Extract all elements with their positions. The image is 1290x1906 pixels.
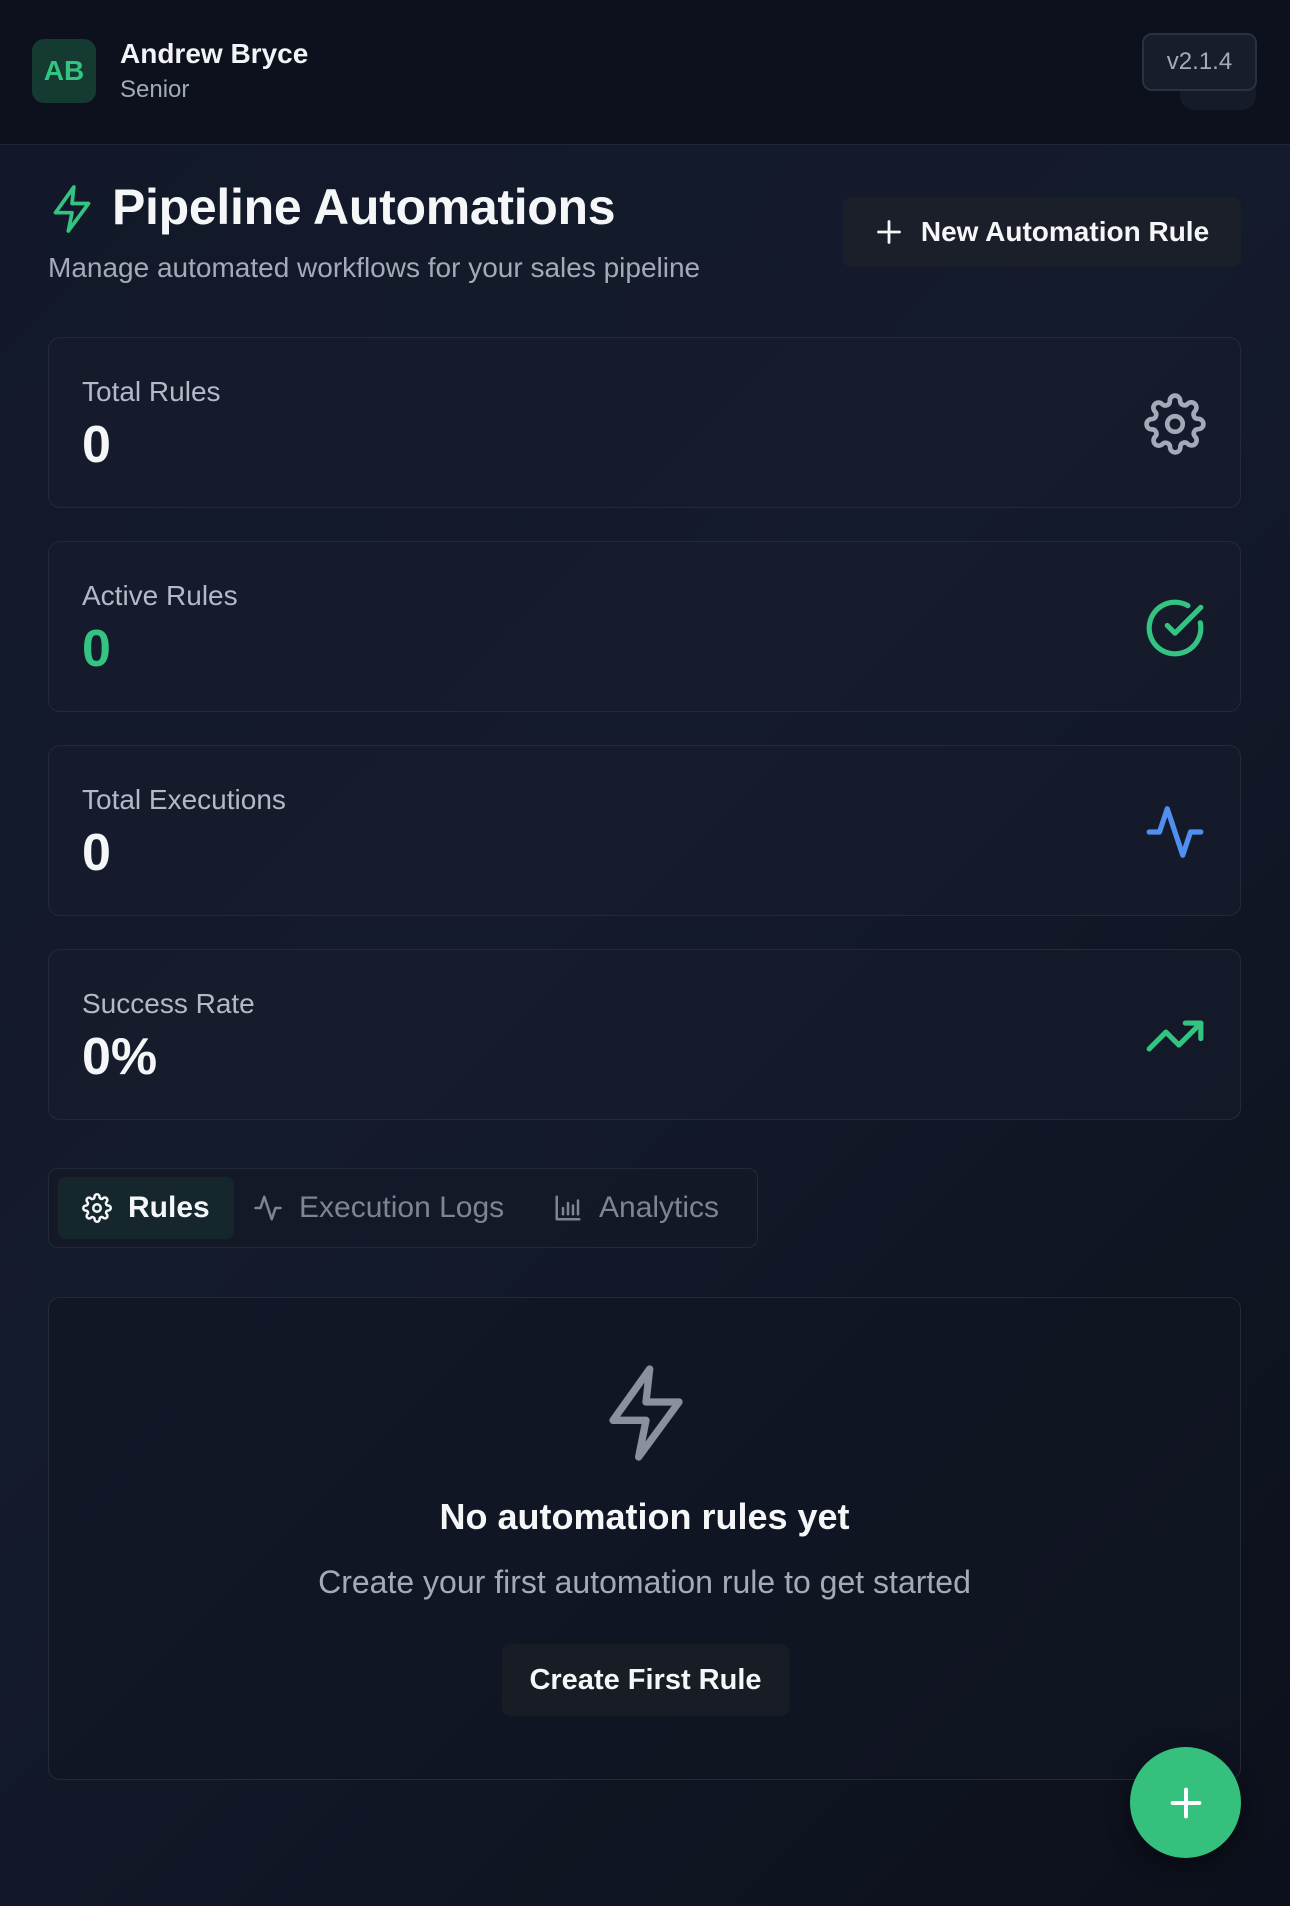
user-name: Andrew Bryce <box>120 38 309 69</box>
new-automation-rule-label: New Automation Rule <box>920 216 1210 247</box>
tab-bar: Rules Execution Logs Analytics <box>48 1168 758 1248</box>
stat-value: 0% <box>82 1028 158 1086</box>
check-circle-icon <box>1146 599 1204 657</box>
stat-value: 0 <box>82 416 111 474</box>
app-header: AB Andrew Bryce Senior v2.1.4 <box>0 0 1290 145</box>
stat-label: Total Executions <box>82 784 286 815</box>
new-automation-rule-button[interactable]: New Automation Rule <box>843 197 1241 267</box>
zap-icon <box>53 185 91 233</box>
activity-icon <box>1146 806 1204 858</box>
stat-card-total-executions: Total Executions 0 <box>48 745 1241 916</box>
empty-state-card: No automation rules yet Create your firs… <box>48 1297 1241 1780</box>
stat-card-total-rules: Total Rules 0 <box>48 337 1241 508</box>
create-first-rule-button[interactable]: Create First Rule <box>502 1644 789 1716</box>
version-badge: v2.1.4 <box>1142 33 1257 91</box>
plus-icon <box>876 220 901 244</box>
empty-state-title: No automation rules yet <box>439 1496 850 1537</box>
stat-label: Total Rules <box>82 376 221 407</box>
plus-icon <box>1170 1787 1201 1818</box>
tab-execution-logs[interactable]: Execution Logs <box>253 1177 504 1239</box>
activity-icon <box>254 1195 282 1221</box>
zap-icon <box>609 1365 683 1461</box>
tab-label: Execution Logs <box>299 1191 505 1224</box>
gear-icon <box>82 1193 112 1223</box>
tab-label: Rules <box>128 1191 210 1224</box>
user-role: Senior <box>120 76 190 103</box>
stat-label: Active Rules <box>82 580 238 611</box>
page-title: Pipeline Automations <box>112 179 616 235</box>
stat-label: Success Rate <box>82 988 255 1019</box>
stat-card-active-rules: Active Rules 0 <box>48 541 1241 712</box>
page-subtitle: Manage automated workflows for your sale… <box>48 252 701 283</box>
tab-label: Analytics <box>599 1191 720 1224</box>
gear-icon <box>1144 393 1206 455</box>
empty-state-text: Create your first automation rule to get… <box>318 1564 971 1600</box>
stat-value: 0 <box>82 620 111 678</box>
tab-analytics[interactable]: Analytics <box>553 1177 719 1239</box>
avatar[interactable]: AB <box>32 39 96 103</box>
stat-card-success-rate: Success Rate 0% <box>48 949 1241 1120</box>
tab-rules[interactable]: Rules <box>58 1177 234 1239</box>
stat-value: 0 <box>82 824 111 882</box>
floating-add-button[interactable] <box>1130 1747 1241 1858</box>
trending-up-icon <box>1146 1020 1204 1052</box>
bar-chart-icon <box>555 1195 581 1221</box>
